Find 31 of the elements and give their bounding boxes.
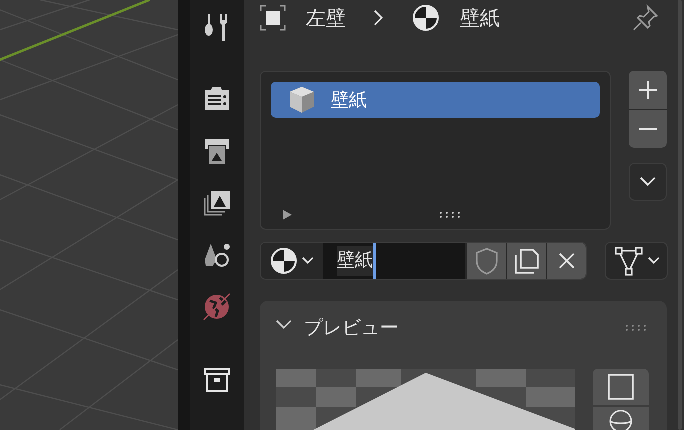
sphere-icon: [412, 4, 440, 32]
printer-icon[interactable]: [202, 136, 232, 166]
sphere-outline-icon: [608, 409, 634, 430]
cube-icon: [287, 85, 317, 115]
square-icon: [608, 374, 634, 400]
panel-title[interactable]: プレビュー: [304, 314, 399, 342]
material-slot[interactable]: 壁紙: [271, 82, 600, 118]
globe-icon[interactable]: [202, 292, 232, 322]
breadcrumb-label: 壁紙: [460, 5, 500, 32]
object-icon: [260, 5, 286, 31]
chevron-down-icon: [640, 177, 656, 187]
chevron-down-icon: [648, 257, 660, 265]
link-dropdown[interactable]: [605, 242, 668, 280]
drag-grip-icon[interactable]: [625, 324, 647, 332]
specials-dropdown[interactable]: [629, 163, 667, 201]
archive-box-icon[interactable]: [202, 366, 232, 394]
chevron-right-icon: [374, 10, 384, 26]
camera-icon[interactable]: [202, 84, 232, 112]
images-icon[interactable]: [202, 188, 232, 218]
slot-label: 壁紙: [331, 88, 367, 112]
mesh-triangle-icon: [614, 246, 644, 276]
sphere-preview-button[interactable]: [593, 407, 649, 430]
breadcrumb-label: 左壁: [306, 5, 346, 32]
plus-icon: [638, 80, 658, 100]
plane-preview-button[interactable]: [593, 369, 649, 405]
pin-icon[interactable]: [632, 4, 660, 32]
minus-icon: [638, 127, 658, 131]
remove-button[interactable]: [629, 110, 667, 148]
resize-grip-icon[interactable]: [439, 211, 461, 219]
add-button[interactable]: [629, 71, 667, 109]
expand-triangle-icon[interactable]: [283, 210, 292, 220]
